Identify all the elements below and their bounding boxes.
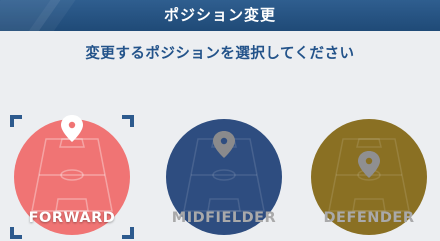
position-option-midfielder[interactable]: MIDFIELDER — [160, 113, 288, 241]
position-option-defender[interactable]: DEFENDER — [305, 113, 433, 241]
instruction-text: 変更するポジションを選択してください — [85, 46, 355, 62]
position-label: DEFENDER — [323, 210, 415, 226]
position-label: FORWARD — [28, 210, 116, 226]
position-option-forward[interactable]: FORWARD — [8, 113, 136, 241]
page-title: ポジション変更 — [163, 6, 276, 24]
position-label: MIDFIELDER — [171, 210, 277, 226]
